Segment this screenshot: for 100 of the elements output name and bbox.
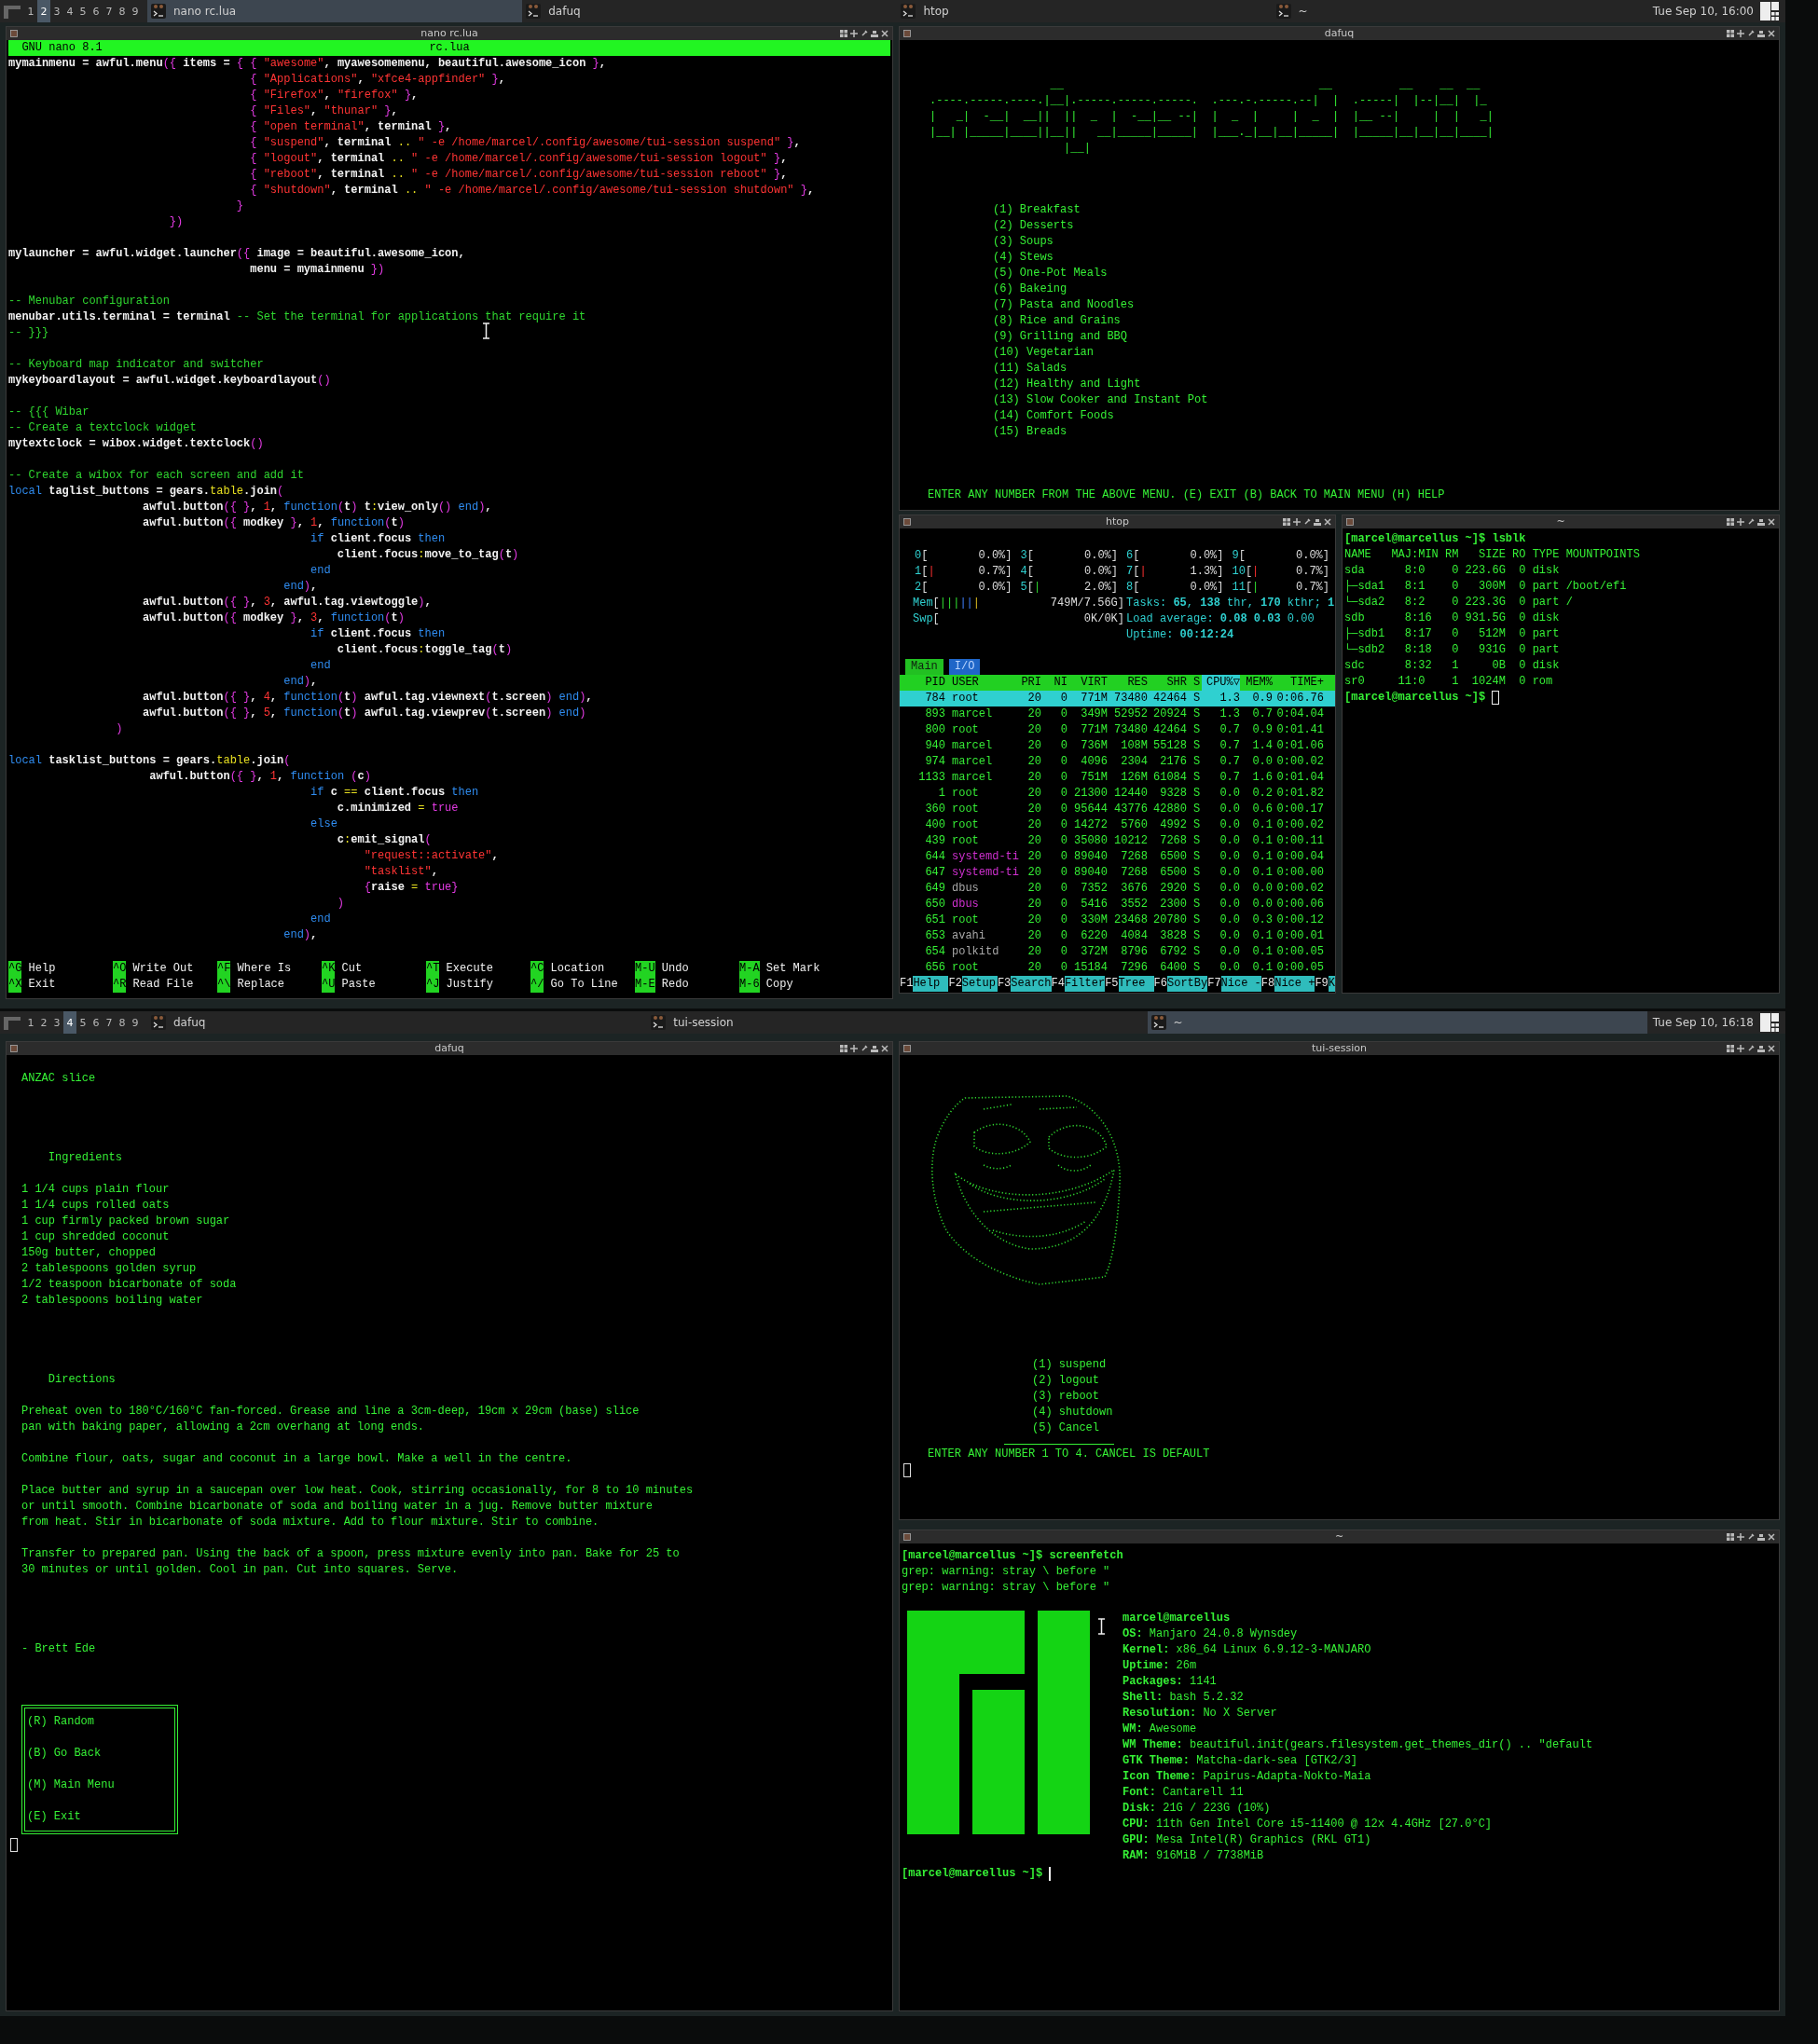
process-row[interactable]: 1133 marcel 20 0 751M 126M 61084 S 0.7 1.6 0:01.04: [900, 770, 1335, 786]
minimize-icon[interactable]: [1757, 1045, 1765, 1052]
process-row[interactable]: 651 root 20 0 330M 23468 20780 S 0.0 0.3 0:00.12: [900, 912, 1335, 928]
process-row[interactable]: 653 avahi 20 0 6220 4084 3828 S 0.0 0.1 0:00.01: [900, 928, 1335, 944]
process-row[interactable]: 654 polkitd 20 0 372M 8796 6792 S 0.0 0.1 0:00.05: [900, 944, 1335, 960]
workspace-tag[interactable]: 4: [63, 0, 76, 22]
move-icon[interactable]: [1737, 30, 1744, 37]
workspace-tag[interactable]: 4: [63, 1011, 76, 1034]
menu-item[interactable]: (12) Healthy and Light: [993, 377, 1141, 392]
tile-icon[interactable]: [840, 30, 847, 37]
process-row[interactable]: 800 root 20 0 771M 73480 42464 S 0.7 0.9 0:01.41: [900, 722, 1335, 738]
pin-icon[interactable]: [1747, 518, 1755, 526]
process-row[interactable]: 647 systemd-ti 20 0 89040 7268 6500 S 0.0 0.1 0:00.00: [900, 865, 1335, 881]
tile-icon[interactable]: [1727, 1045, 1734, 1052]
task-button[interactable]: tui-session: [647, 1011, 1148, 1034]
process-row[interactable]: 360 root 20 0 95644 43776 42880 S 0.0 0.6 0:00.17: [900, 802, 1335, 817]
menu-item[interactable]: (3) reboot: [1032, 1389, 1099, 1405]
menu-item[interactable]: (10) Vegetarian: [993, 345, 1095, 361]
menu-item[interactable]: (11) Salads: [993, 361, 1067, 377]
workspace-tag[interactable]: 1: [24, 1011, 37, 1034]
process-row[interactable]: 649 dbus 20 0 7352 3676 2920 S 0.0 0.0 0:00.02: [900, 881, 1335, 897]
function-label[interactable]: Tree: [1118, 976, 1154, 992]
column-header[interactable]: S: [1187, 675, 1202, 691]
function-label[interactable]: Setup: [961, 976, 998, 992]
menu-item[interactable]: (7) Pasta and Noodles: [993, 297, 1135, 313]
close-icon[interactable]: [1768, 1045, 1775, 1052]
workspace-tag[interactable]: 9: [129, 0, 142, 22]
workspace-tag[interactable]: 1: [24, 0, 37, 22]
close-icon[interactable]: [1324, 518, 1331, 526]
task-button[interactable]: ~: [1272, 0, 1647, 22]
workspace-tag[interactable]: 7: [103, 1011, 116, 1034]
workspace-tag[interactable]: 8: [116, 0, 129, 22]
tile-icon[interactable]: [1727, 518, 1734, 526]
menu-item[interactable]: (1) suspend: [1032, 1357, 1107, 1373]
menu-item[interactable]: (14) Comfort Foods: [993, 408, 1114, 424]
function-label[interactable]: SortBy: [1167, 976, 1208, 992]
close-icon[interactable]: [1768, 30, 1775, 37]
tab[interactable]: I/O: [948, 659, 981, 675]
pin-icon[interactable]: [1747, 1045, 1755, 1052]
menu-item[interactable]: (2) Desserts: [993, 218, 1074, 234]
menu-item[interactable]: (4) shutdown: [1032, 1405, 1113, 1420]
function-label[interactable]: K: [1328, 976, 1335, 992]
menu-item[interactable]: (1) Breakfast: [993, 202, 1081, 218]
menu-item[interactable]: (5) Cancel: [1032, 1420, 1099, 1436]
minimize-icon[interactable]: [1314, 518, 1321, 526]
pin-icon[interactable]: [1303, 518, 1311, 526]
process-row[interactable]: 974 marcel 20 0 4096 2304 2176 S 0.7 0.0 0:00.02: [900, 754, 1335, 770]
column-header[interactable]: RES: [1108, 675, 1148, 691]
workspace-tag[interactable]: 5: [76, 1011, 90, 1034]
move-icon[interactable]: [850, 30, 858, 37]
process-row[interactable]: 1 root 20 0 21300 12440 9328 S 0.0 0.2 0:01.82: [900, 786, 1335, 802]
move-icon[interactable]: [1737, 1533, 1744, 1541]
menu-item[interactable]: (15) Breads: [993, 424, 1067, 440]
pin-icon[interactable]: [861, 30, 868, 37]
column-header[interactable]: USER: [945, 675, 1018, 691]
menu-item[interactable]: (8) Rice and Grains: [993, 313, 1121, 329]
workspace-tag[interactable]: 3: [50, 0, 63, 22]
tile-icon[interactable]: [840, 1045, 847, 1052]
menu-item[interactable]: (5) One-Pot Meals: [993, 266, 1108, 281]
option-item[interactable]: (E) Exit: [27, 1809, 81, 1825]
close-icon[interactable]: [881, 30, 888, 37]
process-row[interactable]: 650 dbus 20 0 5416 3552 2300 S 0.0 0.0 0:00.06: [900, 897, 1335, 912]
option-item[interactable]: (M) Main Menu: [27, 1777, 115, 1793]
minimize-icon[interactable]: [1757, 518, 1765, 526]
workspace-tag[interactable]: 2: [37, 0, 50, 22]
process-row[interactable]: 400 root 20 0 14272 5760 4992 S 0.0 0.1 0:00.02: [900, 817, 1335, 833]
column-header[interactable]: PID: [900, 675, 945, 691]
column-header[interactable]: PRI: [1018, 675, 1041, 691]
process-row[interactable]: 784 root 20 0 771M 73480 42464 S 1.3 0.9 0:06.76: [900, 691, 1335, 706]
minimize-icon[interactable]: [871, 1045, 878, 1052]
minimize-icon[interactable]: [871, 30, 878, 37]
workspace-tag[interactable]: 6: [90, 1011, 103, 1034]
function-label[interactable]: Help: [913, 976, 949, 992]
move-icon[interactable]: [1293, 518, 1301, 526]
task-button[interactable]: htop: [897, 0, 1273, 22]
menu-item[interactable]: (13) Slow Cooker and Instant Pot: [993, 392, 1208, 408]
task-button[interactable]: ~: [1147, 1011, 1647, 1034]
function-label[interactable]: Nice -: [1220, 976, 1261, 992]
column-header[interactable]: CPU%▽: [1202, 675, 1240, 691]
layout-icon[interactable]: [1759, 1012, 1780, 1033]
function-label[interactable]: Search: [1011, 976, 1052, 992]
option-item[interactable]: (R) Random: [27, 1714, 94, 1730]
menu-item[interactable]: (2) logout: [1032, 1373, 1099, 1389]
task-button[interactable]: dafuq: [147, 1011, 648, 1034]
workspace-tag[interactable]: 7: [103, 0, 116, 22]
workspace-tag[interactable]: 8: [116, 1011, 129, 1034]
menu-item[interactable]: (6) Bakeing: [993, 281, 1067, 297]
close-icon[interactable]: [1768, 518, 1775, 526]
option-item[interactable]: (B) Go Back: [27, 1746, 102, 1762]
workspace-tag[interactable]: 3: [50, 1011, 63, 1034]
tile-icon[interactable]: [1727, 1533, 1734, 1541]
workspace-tag[interactable]: 2: [37, 1011, 50, 1034]
pin-icon[interactable]: [1747, 1533, 1755, 1541]
minimize-icon[interactable]: [1757, 1533, 1765, 1541]
process-row[interactable]: 893 marcel 20 0 349M 52952 20924 S 1.3 0.7 0:04.04: [900, 706, 1335, 722]
column-header[interactable]: VIRT: [1067, 675, 1108, 691]
move-icon[interactable]: [850, 1045, 858, 1052]
workspace-tag[interactable]: 9: [129, 1011, 142, 1034]
function-label[interactable]: Nice +: [1274, 976, 1315, 992]
move-icon[interactable]: [1737, 1045, 1744, 1052]
